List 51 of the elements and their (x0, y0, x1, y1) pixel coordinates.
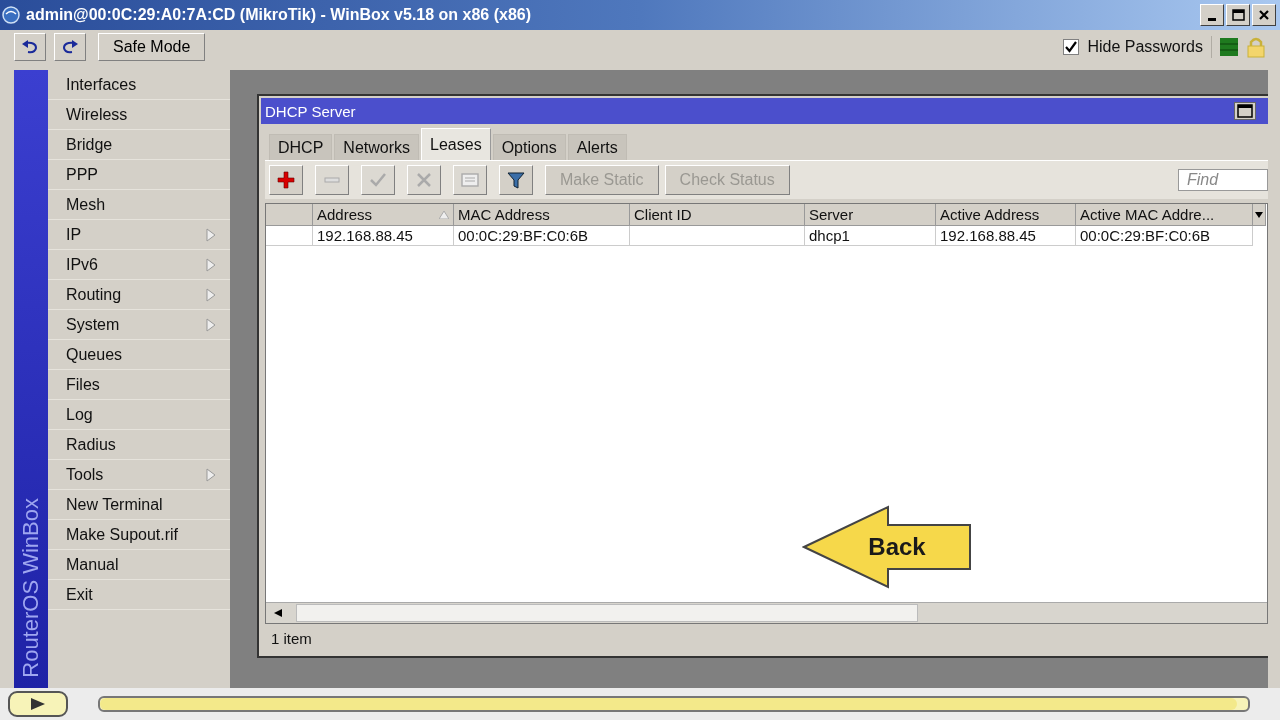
undo-icon (21, 40, 39, 54)
column-header[interactable]: Client ID (630, 204, 805, 226)
tab[interactable]: Leases (421, 128, 491, 160)
maximize-icon (1230, 7, 1246, 23)
scrollbar-thumb[interactable] (296, 604, 918, 622)
lock-icon (1246, 36, 1266, 58)
back-button[interactable]: Back (802, 505, 972, 589)
status-block-icon (1220, 38, 1238, 56)
tab[interactable]: Alerts (567, 134, 627, 160)
safe-mode-button[interactable]: Safe Mode (98, 33, 206, 61)
hide-passwords-label: Hide Passwords (1087, 38, 1203, 56)
dropdown-arrow-icon (1255, 211, 1263, 218)
column-header[interactable]: Active MAC Addre... (1076, 204, 1253, 226)
column-header[interactable]: MAC Address (454, 204, 630, 226)
find-field[interactable]: Find (1178, 169, 1268, 191)
table-cell: 192.168.88.45 (313, 226, 454, 246)
column-header[interactable]: Server (805, 204, 936, 226)
close-button[interactable] (1252, 4, 1276, 26)
redo-icon (61, 40, 79, 54)
filter-icon (506, 170, 526, 190)
minimize-button[interactable] (1200, 4, 1224, 26)
add-button[interactable] (269, 165, 303, 195)
filter-button[interactable] (499, 165, 533, 195)
maximize-icon (1237, 104, 1253, 118)
plus-icon (276, 170, 296, 190)
table-cell: 192.168.88.45 (936, 226, 1076, 246)
table-cell: 00:0C:29:BF:C0:6B (1076, 226, 1253, 246)
undo-button[interactable] (14, 33, 46, 61)
scroll-left-icon (274, 609, 282, 617)
column-header[interactable]: Active Address (936, 204, 1076, 226)
maximize-button[interactable] (1234, 102, 1256, 120)
tab[interactable]: Networks (334, 134, 420, 160)
table-cell: 00:0C:29:BF:C0:6B (454, 226, 630, 246)
play-button[interactable] (8, 691, 68, 717)
note-icon (460, 170, 480, 190)
tab[interactable]: DHCP (269, 134, 333, 160)
hide-passwords-checkbox[interactable] (1063, 39, 1080, 55)
window-title: DHCP Server (265, 102, 356, 120)
horizontal-scrollbar[interactable] (266, 602, 1267, 623)
play-icon (31, 698, 45, 710)
column-header[interactable]: Address (313, 204, 454, 226)
status-text: 1 item (270, 628, 313, 649)
window-title: admin@00:0C:29:A0:7A:CD (MikroTik) - WinBox v5.18 on x86 (x86) (26, 6, 532, 24)
app-logo-icon (2, 6, 20, 24)
minimize-icon (1207, 16, 1217, 22)
table-cell: dhcp1 (805, 226, 936, 246)
table-cell (266, 226, 313, 246)
column-menu-button[interactable] (1253, 204, 1266, 226)
tab[interactable]: Options (492, 134, 566, 160)
brand-label: RouterOS WinBox (18, 498, 44, 678)
redo-button[interactable] (54, 33, 86, 61)
